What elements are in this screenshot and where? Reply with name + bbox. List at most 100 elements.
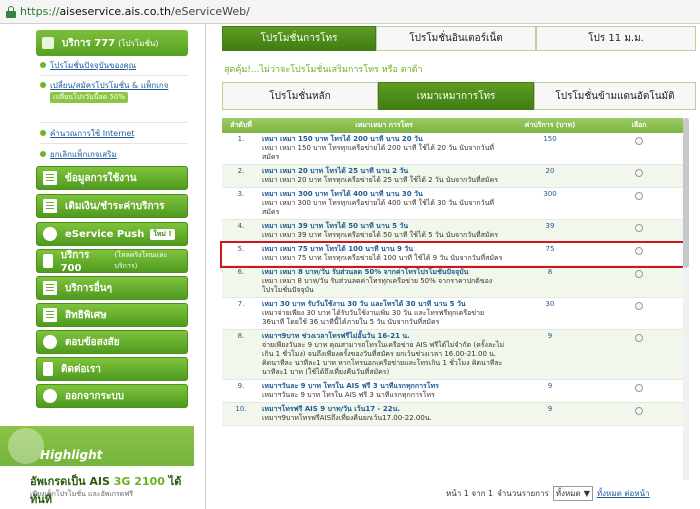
- row-number: 5.: [222, 242, 260, 266]
- select-radio[interactable]: [635, 334, 643, 342]
- sidebar-item-700[interactable]: บริการ 700 (โหลดริงโทนและบริการ): [36, 249, 188, 274]
- promo-title: เหมา 30 บาท รับวันใช้งาน 30 วัน และโทรได…: [262, 300, 466, 308]
- sidebar-item-privileges[interactable]: สิทธิพิเศษ: [36, 303, 188, 327]
- header-promo: เหมาเหมา การโทร: [260, 118, 508, 133]
- sidebar-item-777[interactable]: บริการ 777 (โปรโมชั่น): [36, 30, 188, 56]
- show-all-link[interactable]: ทั้งหมด ต่อหน้า: [597, 487, 650, 500]
- sidebar-item-usage[interactable]: ข้อมูลการใช้งาน: [36, 166, 188, 190]
- tab-call-promo[interactable]: โปรโมชั่นการโทร: [222, 26, 376, 51]
- select-radio[interactable]: [635, 137, 643, 145]
- promo-title: เหมา เหมา 300 บาท โทรได้ 400 นาที นาน 30…: [262, 190, 423, 198]
- tab-roaming[interactable]: โปรโมชั่นข้ามแดนอัตโนมัติ: [534, 82, 696, 110]
- row-price: 9: [508, 329, 592, 380]
- row-select: [592, 133, 686, 165]
- row-price: 30: [508, 297, 592, 330]
- row-select: [592, 297, 686, 330]
- divider: [40, 122, 188, 123]
- row-price: 39: [508, 219, 592, 243]
- row-number: 1.: [222, 133, 260, 165]
- row-promo: เหมา เหมา 75 บาท โทรได้ 100 นาที นาน 9 ว…: [260, 242, 508, 266]
- row-number: 4.: [222, 219, 260, 243]
- sidebar-item-eservice-push[interactable]: eService Push ใหม่ !: [36, 222, 188, 246]
- table-row[interactable]: 7. เหมา 30 บาท รับวันใช้งาน 30 วัน และโทร…: [222, 297, 686, 330]
- header-select: เลือก: [592, 118, 686, 133]
- decor-circle: [8, 428, 44, 464]
- row-select: [592, 219, 686, 243]
- row-select: [592, 187, 686, 220]
- table-row[interactable]: 6. เหมา เหมา 8 บาท/วัน รับส่วนลด 50% จากค…: [222, 265, 686, 298]
- row-promo: เหมา เหมา 8 บาท/วัน รับส่วนลด 50% จากค่า…: [260, 265, 508, 298]
- row-promo: เหมาฯวันละ 9 บาท โทรใน AIS ฟรี 3 นาทีแรก…: [260, 379, 508, 403]
- tab-main-promo[interactable]: โปรโมชั่นหลัก: [222, 82, 378, 110]
- row-select: [592, 402, 686, 426]
- table-row[interactable]: 4. เหมา เหมา 39 บาท โทรได้ 50 นาที นาน 5 …: [222, 219, 686, 243]
- promo-title: เหมาฯโทรฟรี AIS 9 บาท/วัน เว้น17 - 22น.: [262, 405, 401, 413]
- table-row[interactable]: 3. เหมา เหมา 300 บาท โทรได้ 400 นาที นาน …: [222, 187, 686, 220]
- promo-description: เหมา เหมา 8 บาท/วัน รับส่วนลดค่าโทรทุกเค…: [262, 277, 493, 294]
- sidebar-item-contact[interactable]: ติดต่อเรา: [36, 357, 188, 381]
- menu-icon: [42, 37, 54, 49]
- select-radio[interactable]: [635, 270, 643, 278]
- select-radio[interactable]: [635, 384, 643, 392]
- privilege-icon: [43, 308, 57, 322]
- select-radio[interactable]: [635, 169, 643, 177]
- address-bar[interactable]: https://aiseservice.ais.co.th/eServiceWe…: [0, 0, 700, 24]
- select-radio[interactable]: [635, 224, 643, 232]
- sub-item-cancel-package[interactable]: ยกเลิกแพ็กเกจเสริม: [40, 149, 190, 160]
- per-page-select[interactable]: ทั้งหมด ▼: [552, 486, 593, 501]
- sidebar-item-other[interactable]: บริการอื่นๆ: [36, 276, 188, 300]
- table-row[interactable]: 9. เหมาฯวันละ 9 บาท โทรใน AIS ฟรี 3 นาทีแ…: [222, 379, 686, 403]
- row-number: 6.: [222, 265, 260, 298]
- promo-description: เหมาจ่ายเพียง 30 บาท ได้รับวันใช้งานเพิ่…: [262, 309, 485, 326]
- tab-internet-promo[interactable]: โปรโมชั่นอินเตอร์เน็ต: [376, 26, 536, 51]
- scrollbar-thumb[interactable]: [683, 118, 689, 268]
- table-row[interactable]: 1. เหมา เหมา 150 บาท โทรได้ 200 นาที นาน …: [222, 133, 686, 165]
- divider: [40, 75, 188, 76]
- promo-title: เหมา เหมา 75 บาท โทรได้ 100 นาที นาน 9 ว…: [262, 245, 413, 253]
- row-number: 10.: [222, 402, 260, 426]
- sub-item-internet-calc[interactable]: คำนวณการใช้ Internet: [40, 128, 190, 139]
- url-text[interactable]: https://aiseservice.ais.co.th/eServiceWe…: [20, 5, 250, 18]
- table-row[interactable]: 10. เหมาฯโทรฟรี AIS 9 บาท/วัน เว้น17 - 22…: [222, 402, 686, 426]
- page-subtitle: สุดคุ้ม!...ไม่ว่าจะโปรโมชั่นเสริมการโทร …: [224, 65, 423, 75]
- chevron-down-icon: ▼: [583, 489, 590, 498]
- sub-item-change-promo[interactable]: เปลี่ยน/สมัครโปรโมชั่น & แพ็กเกจ เปลี่ยน…: [40, 80, 190, 103]
- sidebar-item-label: บริการ 777: [62, 37, 116, 49]
- row-promo: เหมา เหมา 20 บาท โทรได้ 25 นาที นาน 2 วั…: [260, 164, 508, 188]
- promo-table: ลำดับที่ เหมาเหมา การโทร ค่าบริการ (บาท)…: [222, 118, 686, 426]
- question-icon: [43, 335, 57, 349]
- tab-11mm-promo[interactable]: โปร 11 ม.ม.: [536, 26, 696, 51]
- highlight-promo: อัพเกรดเป็น AIS 3G 2100 ได้ทันที เพียงเช…: [0, 466, 194, 509]
- select-radio[interactable]: [635, 407, 643, 415]
- services-icon: [43, 281, 57, 295]
- row-price: 8: [508, 265, 592, 298]
- promo-title: เหมาฯวันละ 9 บาท โทรใน AIS ฟรี 3 นาทีแรก…: [262, 382, 439, 390]
- promo-description: เหมา เหมา 20 บาท โทรทุกเครือข่ายได้ 25 น…: [262, 176, 498, 184]
- select-radio[interactable]: [635, 192, 643, 200]
- select-radio[interactable]: [635, 302, 643, 310]
- table-row[interactable]: 2. เหมา เหมา 20 บาท โทรได้ 25 นาที นาน 2 …: [222, 164, 686, 188]
- sidebar-item-topup[interactable]: เติมเงิน/ชำระค่าบริการ: [36, 194, 188, 218]
- scrollbar[interactable]: [683, 118, 689, 480]
- row-select: [592, 164, 686, 188]
- header-number: ลำดับที่: [222, 118, 260, 133]
- main-panel: โปรโมชั่นการโทร โปรโมชั่นอินเตอร์เน็ต โป…: [205, 24, 700, 509]
- highlight-banner[interactable]: Highlight อัพเกรดเป็น AIS 3G 2100 ได้ทัน…: [0, 426, 194, 509]
- table-row[interactable]: 5. เหมา เหมา 75 บาท โทรได้ 100 นาที นาน 9…: [222, 242, 686, 266]
- row-number: 9.: [222, 379, 260, 403]
- tab-call-bundle[interactable]: เหมาเหมาการโทร: [378, 82, 534, 110]
- sidebar-item-faq[interactable]: ตอบข้อสงสัย: [36, 330, 188, 354]
- bullet-icon: [40, 82, 46, 88]
- promo-description: เหมา เหมา 150 บาท โทรทุกเครือข่ายได้ 200…: [262, 144, 494, 161]
- main-tabs: โปรโมชั่นการโทร โปรโมชั่นอินเตอร์เน็ต โป…: [222, 26, 696, 51]
- table-row[interactable]: 8. เหมาฯ9บาท ช่วงเวลาโทรฟรีไม่อั้นวัน 16-…: [222, 329, 686, 380]
- promo-description: เหมา เหมา 300 บาท โทรทุกเครือข่ายได้ 400…: [262, 199, 494, 216]
- per-page-label: จำนวนรายการ: [497, 489, 549, 498]
- sub-item-current-promo[interactable]: โปรโมชั่นปัจจุบันของคุณ: [40, 60, 190, 71]
- row-number: 3.: [222, 187, 260, 220]
- phone-icon: [43, 254, 53, 268]
- select-radio[interactable]: [635, 247, 643, 255]
- divider: [40, 143, 188, 144]
- row-promo: เหมา เหมา 300 บาท โทรได้ 400 นาที นาน 30…: [260, 187, 508, 220]
- sidebar-item-logout[interactable]: ออกจากระบบ: [36, 384, 188, 408]
